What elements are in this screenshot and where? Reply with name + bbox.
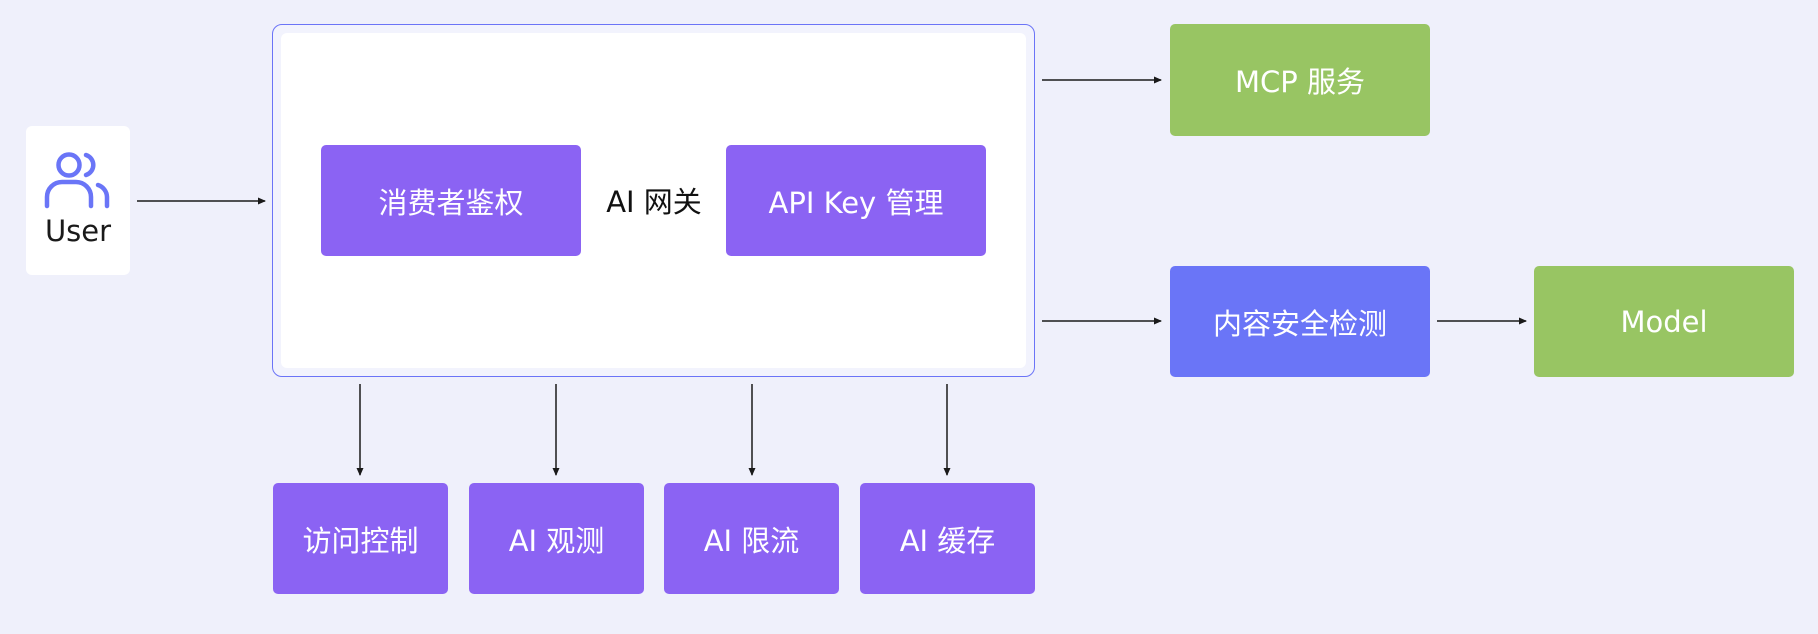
model-node: Model <box>1534 266 1794 377</box>
ai-gateway-label: AI 网关 <box>606 185 702 219</box>
ai-rate-limit-node: AI 限流 <box>664 483 839 594</box>
user-node: User <box>26 126 130 275</box>
content-safety-node: 内容安全检测 <box>1170 266 1430 377</box>
user-label: User <box>44 214 112 248</box>
mcp-service-node: MCP 服务 <box>1170 24 1430 136</box>
consumer-auth-node: 消费者鉴权 <box>321 145 581 256</box>
access-control-node: 访问控制 <box>273 483 448 594</box>
api-key-management-node: API Key 管理 <box>726 145 986 256</box>
ai-cache-node: AI 缓存 <box>860 483 1035 594</box>
ai-observability-node: AI 观测 <box>469 483 644 594</box>
users-icon <box>44 152 110 209</box>
